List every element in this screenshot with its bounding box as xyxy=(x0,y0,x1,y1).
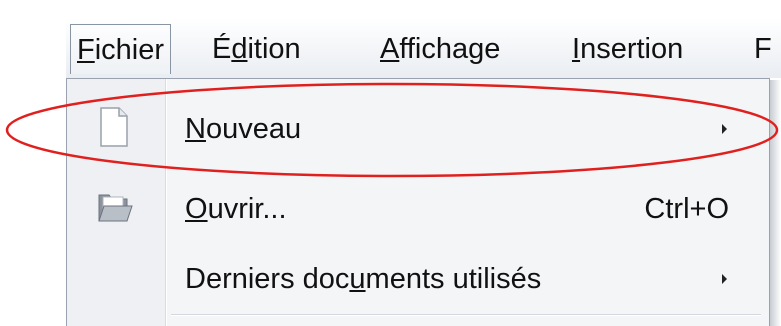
menu-item-derniers-documents[interactable]: Derniers documents utilisés xyxy=(67,243,769,315)
shortcut-label: Ctrl+O xyxy=(644,193,729,225)
fichier-dropdown-menu: Nouveau Ouvrir... Ctrl+O Derniers docume… xyxy=(66,78,770,326)
menu-item-label: Nouveau xyxy=(185,113,302,145)
menu-format-partial[interactable]: F xyxy=(748,24,778,74)
submenu-arrow-icon xyxy=(722,274,727,284)
menu-item-nouveau[interactable]: Nouveau xyxy=(67,93,769,165)
menu-separator xyxy=(171,314,761,315)
menu-item-ouvrir[interactable]: Ouvrir... Ctrl+O xyxy=(67,173,769,245)
menu-affichage[interactable]: Affichage xyxy=(374,24,506,74)
menu-item-label: Ouvrir... xyxy=(185,193,287,225)
menu-edition[interactable]: Édition xyxy=(206,24,307,74)
menu-insertion[interactable]: Insertion xyxy=(566,24,689,74)
menu-fichier[interactable]: Fichier xyxy=(70,24,172,74)
menu-bar: Fichier Édition Affichage Insertion F xyxy=(66,18,781,78)
submenu-arrow-icon xyxy=(722,124,727,134)
menu-shadow xyxy=(770,80,781,326)
menu-item-label: Derniers documents utilisés xyxy=(185,263,542,295)
open-folder-icon xyxy=(98,194,133,222)
new-document-icon xyxy=(100,107,128,147)
